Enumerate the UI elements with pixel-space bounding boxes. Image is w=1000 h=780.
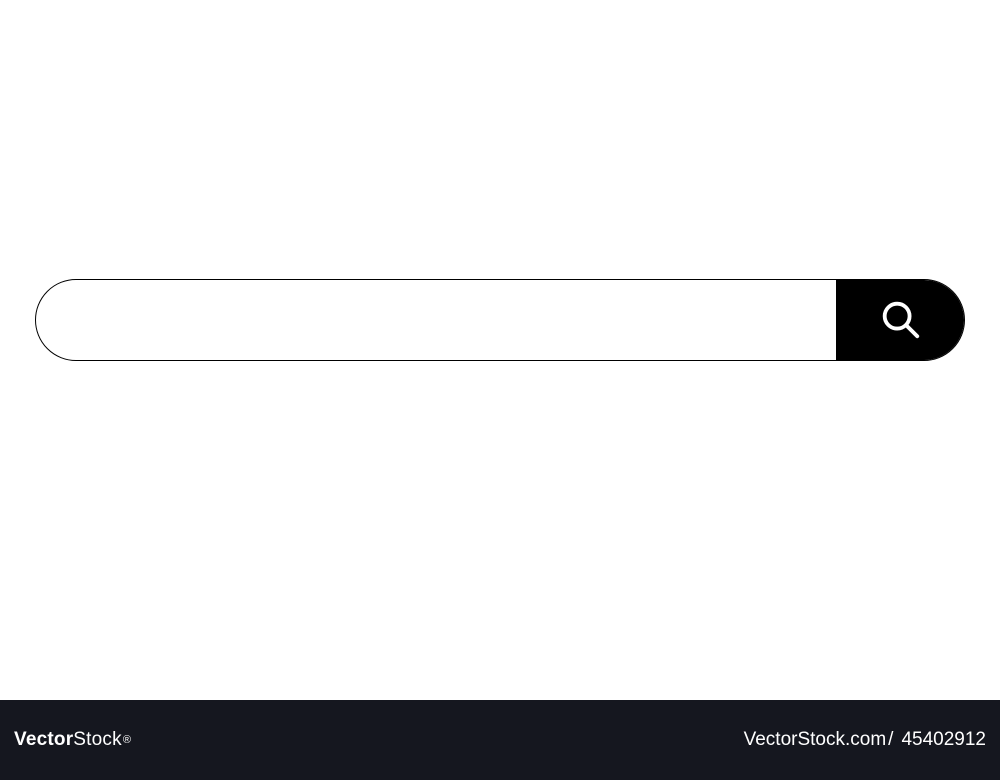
site-name: VectorStock.com xyxy=(744,729,887,751)
search-button[interactable] xyxy=(836,280,964,360)
brand-strong: Vector xyxy=(14,729,73,751)
sep: / xyxy=(888,729,893,751)
footer-bar: VectorStock® VectorStock.com/ 45402912 xyxy=(0,700,1000,780)
registered-mark: ® xyxy=(123,734,131,746)
footer-attribution: VectorStock.com/ 45402912 xyxy=(744,729,986,751)
image-id: 45402912 xyxy=(901,729,986,751)
main-area xyxy=(0,0,1000,700)
search-icon xyxy=(877,296,923,345)
search-bar xyxy=(35,279,965,361)
brand-logo: VectorStock® xyxy=(14,729,131,751)
search-input[interactable] xyxy=(36,280,836,360)
brand-rest: Stock xyxy=(73,729,122,751)
